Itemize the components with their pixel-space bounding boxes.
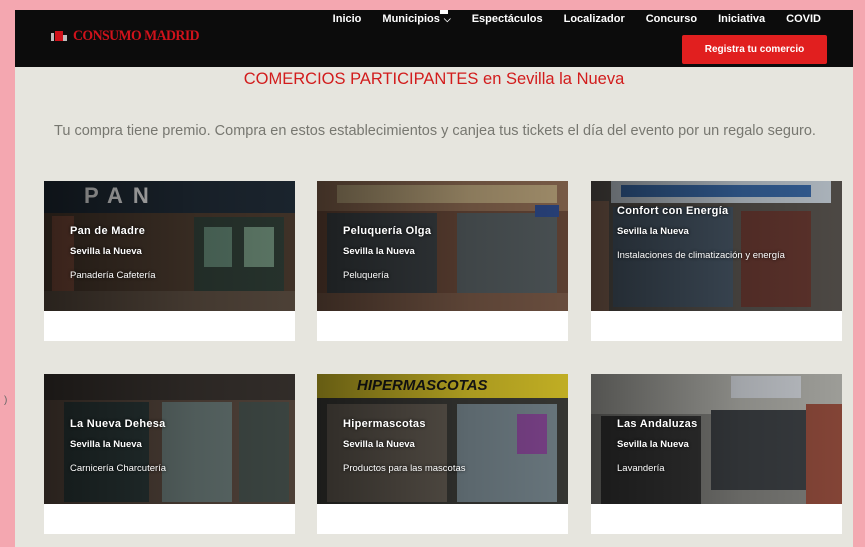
shop-name: Las Andaluzas <box>617 418 698 430</box>
shop-info: La Nueva Dehesa Sevilla la Nueva Carnice… <box>70 418 280 477</box>
card-footer <box>317 504 568 534</box>
nav-covid[interactable]: COVID <box>786 13 821 25</box>
shop-town: Sevilla la Nueva <box>617 226 689 237</box>
main-nav: Inicio Municipios ⌵ Espectáculos Localiz… <box>333 13 821 25</box>
shop-name: Hipermascotas <box>343 418 426 430</box>
shop-name: Confort con Energía <box>617 205 729 217</box>
shop-name: Pan de Madre <box>70 225 146 237</box>
nav-concurso[interactable]: Concurso <box>646 13 697 25</box>
shop-category: Instalaciones de climatización y energía <box>617 250 785 261</box>
shop-card-pan-de-madre[interactable]: PAN Pan de Madre Sevilla la Nueva Panade… <box>44 181 295 341</box>
shop-category: Lavandería <box>617 463 665 474</box>
shop-town: Sevilla la Nueva <box>343 439 415 450</box>
shop-town: Sevilla la Nueva <box>617 439 689 450</box>
nav-municipios[interactable]: Municipios ⌵ <box>382 13 450 25</box>
shop-name: Peluquería Olga <box>343 225 432 237</box>
logo-text: CONSUMO MADRID <box>73 28 200 44</box>
page-title: COMERCIOS PARTICIPANTES en Sevilla la Nu… <box>243 70 625 88</box>
nav-inicio[interactable]: Inicio <box>333 13 362 25</box>
shop-category: Peluquería <box>343 270 389 281</box>
shop-category: Panadería Cafetería <box>70 270 156 281</box>
shop-card-hipermascotas[interactable]: HIPERMASCOTAS Hipermascotas Sevilla la N… <box>317 374 568 534</box>
shop-card-confort-con-energia[interactable]: Confort con Energía Sevilla la Nueva Ins… <box>591 181 842 341</box>
card-footer <box>317 311 568 341</box>
nav-localizador[interactable]: Localizador <box>564 13 625 25</box>
shop-info: Confort con Energía Sevilla la Nueva Ins… <box>617 205 827 264</box>
shop-info: Pan de Madre Sevilla la Nueva Panadería … <box>70 225 280 284</box>
nav-espectaculos[interactable]: Espectáculos <box>472 13 543 25</box>
card-footer <box>44 311 295 341</box>
edge-mark: ) <box>4 395 8 406</box>
shop-town: Sevilla la Nueva <box>70 439 142 450</box>
shop-card-las-andaluzas[interactable]: Las Andaluzas Sevilla la Nueva Lavanderí… <box>591 374 842 534</box>
register-shop-button[interactable]: Registra tu comercio <box>682 35 827 64</box>
top-navigation-bar: CONSUMO MADRID Inicio Municipios ⌵ Espec… <box>15 10 853 67</box>
page-frame: CONSUMO MADRID Inicio Municipios ⌵ Espec… <box>15 10 853 547</box>
nav-iniciativa[interactable]: Iniciativa <box>718 13 765 25</box>
shop-town: Sevilla la Nueva <box>343 246 415 257</box>
card-footer <box>44 504 295 534</box>
shop-info: Las Andaluzas Sevilla la Nueva Lavanderí… <box>617 418 827 477</box>
nav-municipios-label: Municipios <box>382 13 440 25</box>
shop-info: Hipermascotas Sevilla la Nueva Productos… <box>343 418 553 477</box>
chevron-down-icon: ⌵ <box>443 13 451 24</box>
card-footer <box>591 311 842 341</box>
shop-card-peluqueria-olga[interactable]: Peluquería Olga Sevilla la Nueva Peluque… <box>317 181 568 341</box>
shop-name: La Nueva Dehesa <box>70 418 166 430</box>
card-footer <box>591 504 842 534</box>
shop-town: Sevilla la Nueva <box>70 246 142 257</box>
shop-card-la-nueva-dehesa[interactable]: La Nueva Dehesa Sevilla la Nueva Carnice… <box>44 374 295 534</box>
page-subtitle: Tu compra tiene premio. Compra en estos … <box>54 123 816 139</box>
shop-category: Productos para las mascotas <box>343 463 466 474</box>
logo-icon <box>51 30 67 43</box>
site-logo[interactable]: CONSUMO MADRID <box>51 28 210 45</box>
shop-category: Carnicería Charcutería <box>70 463 167 474</box>
shop-info: Peluquería Olga Sevilla la Nueva Peluque… <box>343 225 553 284</box>
